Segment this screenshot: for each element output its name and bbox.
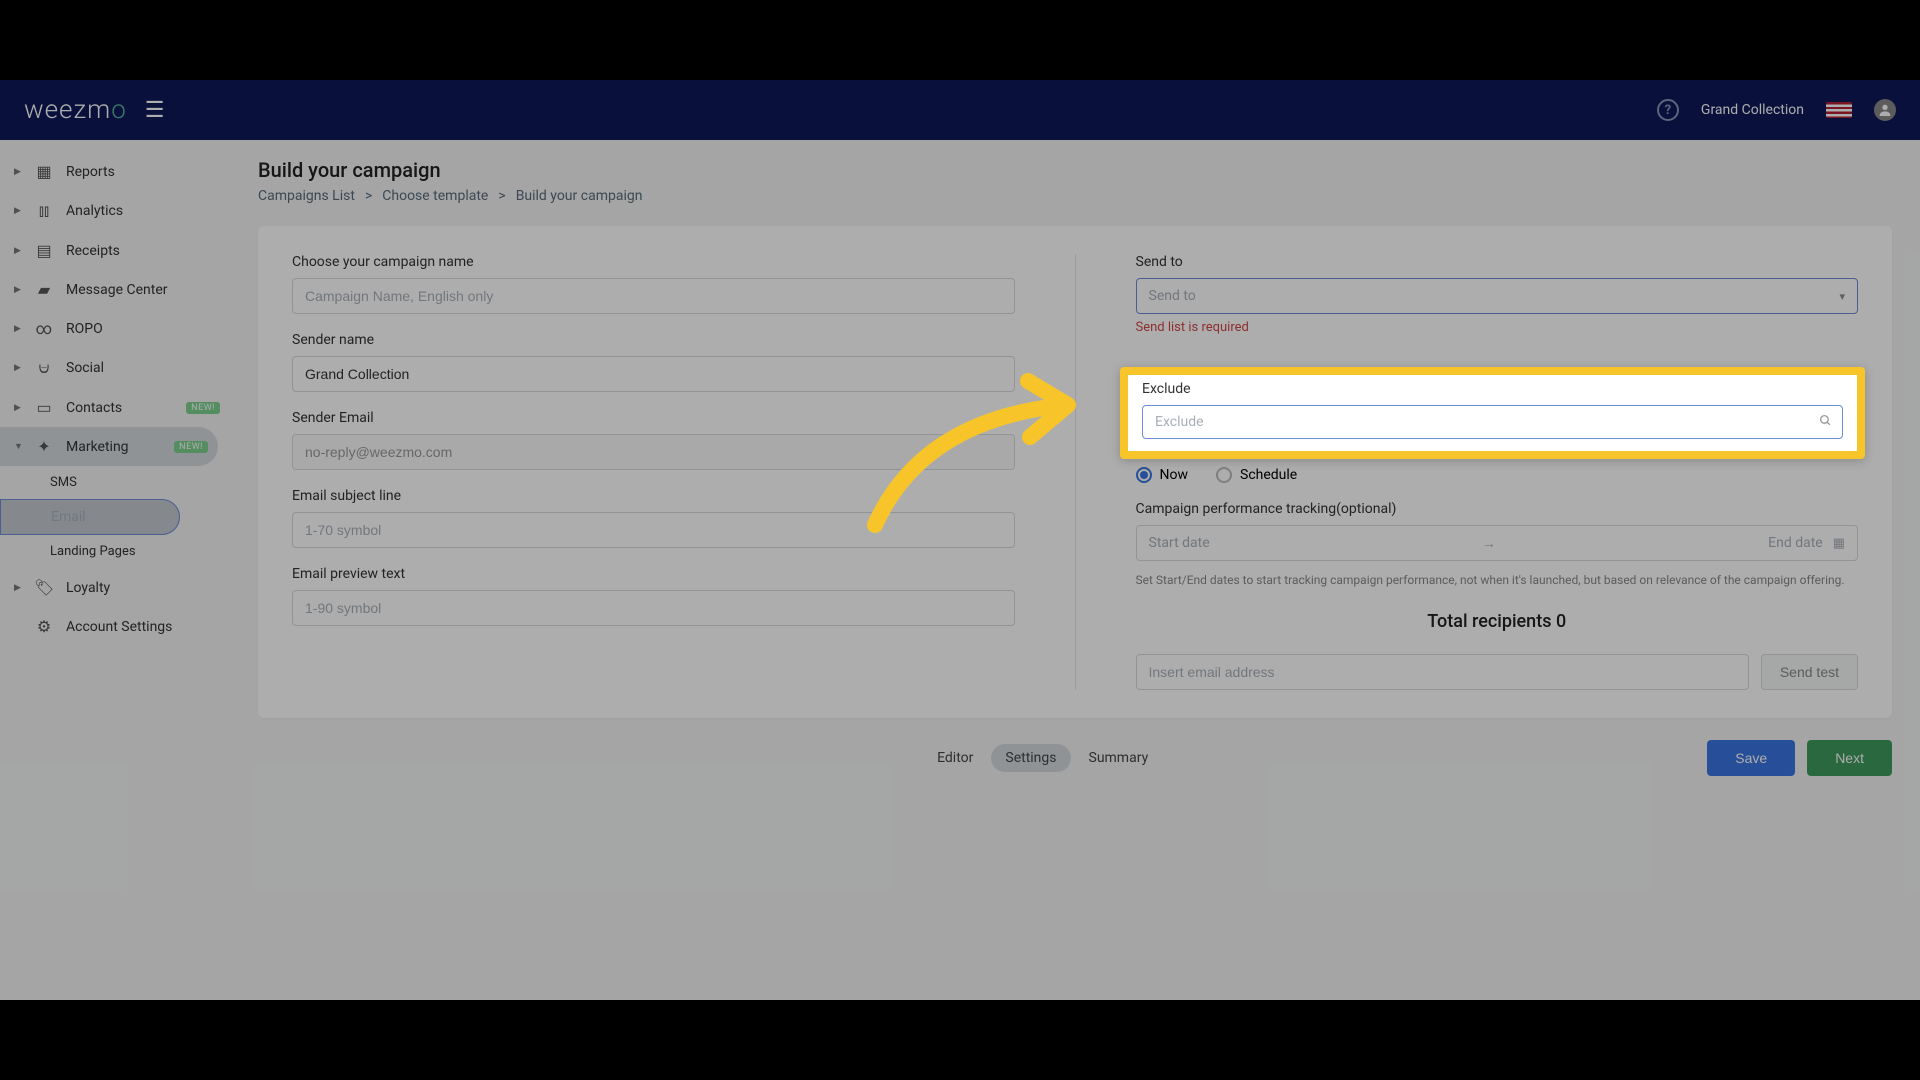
- send-to-placeholder: Send to: [1149, 288, 1196, 304]
- sidebar-item-contacts[interactable]: ▶▭ContactsNEW!: [0, 388, 230, 427]
- tab-settings[interactable]: Settings: [991, 744, 1070, 772]
- exclude-highlight: Exclude Exclude: [1120, 367, 1865, 459]
- sidebar-sub-sms[interactable]: SMS: [50, 466, 230, 499]
- sidebar-item-marketing[interactable]: ▼✦MarketingNEW!: [0, 427, 218, 466]
- send-to-select[interactable]: Send to ▾: [1136, 278, 1859, 314]
- campaign-name-label: Choose your campaign name: [292, 254, 1015, 270]
- sidebar-item-label: Loyalty: [66, 580, 220, 596]
- gear-icon: ⚙: [34, 617, 54, 636]
- send-test-button[interactable]: Send test: [1761, 654, 1858, 690]
- exclude-placeholder: Exclude: [1155, 414, 1204, 430]
- app-header: weezmo ☰ ? Grand Collection: [0, 80, 1920, 140]
- subject-input[interactable]: [292, 512, 1015, 548]
- brand-accent: o: [111, 95, 127, 125]
- message-icon: ▰: [34, 280, 54, 299]
- send-to-error: Send list is required: [1136, 320, 1859, 335]
- tracking-date-range[interactable]: Start date → End date ▦: [1136, 525, 1859, 561]
- infinity-icon: ∞: [34, 319, 54, 338]
- preview-text-input[interactable]: [292, 590, 1015, 626]
- tracking-label: Campaign performance tracking(optional): [1136, 501, 1859, 517]
- sidebar-item-label: Account Settings: [66, 619, 220, 635]
- sidebar-item-receipts[interactable]: ▶▤Receipts: [0, 231, 230, 270]
- total-recipients: Total recipients 0: [1136, 611, 1859, 632]
- exclude-label: Exclude: [1142, 381, 1843, 397]
- settings-panel: Choose your campaign name Sender name Se…: [258, 226, 1892, 718]
- preview-text-label: Email preview text: [292, 566, 1015, 582]
- subject-label: Email subject line: [292, 488, 1015, 504]
- sidebar-item-reports[interactable]: ▶▦Reports: [0, 152, 230, 191]
- megaphone-icon: ✦: [34, 437, 54, 456]
- crumb-campaigns-list[interactable]: Campaigns List: [258, 188, 355, 204]
- sidebar-item-label: Reports: [66, 164, 220, 180]
- account-name[interactable]: Grand Collection: [1701, 102, 1804, 118]
- tab-editor[interactable]: Editor: [923, 744, 987, 772]
- contacts-icon: ▭: [34, 398, 54, 417]
- crumb-current: Build your campaign: [516, 188, 643, 204]
- locale-flag-icon[interactable]: [1826, 102, 1852, 118]
- sidebar-sub-landing-pages[interactable]: Landing Pages: [50, 535, 230, 568]
- sender-email-input: [292, 434, 1015, 470]
- sidebar-item-label: Receipts: [66, 243, 220, 259]
- next-button[interactable]: Next: [1807, 740, 1892, 776]
- sidebar-item-analytics[interactable]: ▶⫾⫾Analytics: [0, 191, 230, 231]
- search-icon: [1819, 414, 1832, 431]
- receipt-icon: ▤: [34, 241, 54, 260]
- sidebar-item-loyalty[interactable]: ▶🏷Loyalty: [0, 568, 230, 607]
- save-button[interactable]: Save: [1707, 740, 1795, 776]
- sender-email-label: Sender Email: [292, 410, 1015, 426]
- people-icon: ⩁: [34, 358, 54, 378]
- new-badge: NEW!: [186, 402, 220, 414]
- sidebar: ▶▦Reports ▶⫾⫾Analytics ▶▤Receipts ▶▰Mess…: [0, 140, 230, 1000]
- radio-off-icon: [1216, 467, 1232, 483]
- radio-label: Now: [1160, 467, 1189, 483]
- send-to-label: Send to: [1136, 254, 1859, 270]
- sidebar-item-label: Message Center: [66, 282, 220, 298]
- campaign-name-input[interactable]: [292, 278, 1015, 314]
- chevron-down-icon: ▾: [1839, 290, 1845, 303]
- new-badge: NEW!: [174, 441, 208, 453]
- grid-icon: ▦: [34, 162, 54, 181]
- arrow-right-icon: →: [1482, 535, 1496, 552]
- hamburger-icon[interactable]: ☰: [145, 98, 165, 123]
- send-time-schedule-radio[interactable]: Schedule: [1216, 467, 1297, 483]
- panel-left: Choose your campaign name Sender name Se…: [292, 254, 1076, 690]
- sidebar-item-message-center[interactable]: ▶▰Message Center: [0, 270, 230, 309]
- step-tabs: Editor Settings Summary: [923, 744, 1162, 772]
- total-recipients-label: Total recipients: [1427, 611, 1551, 632]
- total-recipients-count: 0: [1556, 611, 1566, 632]
- sidebar-item-ropo[interactable]: ▶∞ROPO: [0, 309, 230, 348]
- tracking-hint: Set Start/End dates to start tracking ca…: [1136, 571, 1859, 589]
- sidebar-item-label: Marketing: [66, 439, 162, 455]
- send-time-now-radio[interactable]: Now: [1136, 467, 1189, 483]
- crumb-choose-template[interactable]: Choose template: [382, 188, 488, 204]
- start-date-placeholder: Start date: [1149, 535, 1210, 551]
- tab-summary[interactable]: Summary: [1075, 744, 1163, 772]
- calendar-icon: ▦: [1833, 536, 1845, 551]
- chart-icon: ⫾⫾: [34, 201, 54, 221]
- brand-text: weezm: [24, 95, 111, 125]
- sidebar-item-label: ROPO: [66, 321, 220, 337]
- page-title: Build your campaign: [258, 158, 1892, 182]
- panel-right: Send to Send to ▾ Send list is required …: [1076, 254, 1859, 690]
- breadcrumb: Campaigns List> Choose template> Build y…: [258, 188, 1892, 204]
- sender-name-input[interactable]: [292, 356, 1015, 392]
- brand-logo: weezmo: [24, 95, 127, 125]
- sidebar-item-label: Social: [66, 360, 220, 376]
- sidebar-sub-email[interactable]: Email: [0, 499, 180, 535]
- help-icon[interactable]: ?: [1657, 99, 1679, 121]
- sidebar-item-account-settings[interactable]: ⚙ Account Settings: [0, 607, 230, 646]
- sidebar-item-social[interactable]: ▶⩁Social: [0, 348, 230, 388]
- sender-name-label: Sender name: [292, 332, 1015, 348]
- radio-label: Schedule: [1240, 467, 1297, 483]
- avatar-icon[interactable]: [1874, 99, 1896, 121]
- test-email-input[interactable]: [1136, 654, 1749, 690]
- sidebar-item-label: Analytics: [66, 203, 220, 219]
- radio-on-icon: [1136, 467, 1152, 483]
- exclude-select[interactable]: Exclude: [1142, 405, 1843, 439]
- tag-icon: 🏷: [34, 578, 54, 597]
- main-content: Build your campaign Campaigns List> Choo…: [230, 140, 1920, 1000]
- sidebar-item-label: Contacts: [66, 400, 174, 416]
- end-date-placeholder: End date: [1768, 535, 1823, 551]
